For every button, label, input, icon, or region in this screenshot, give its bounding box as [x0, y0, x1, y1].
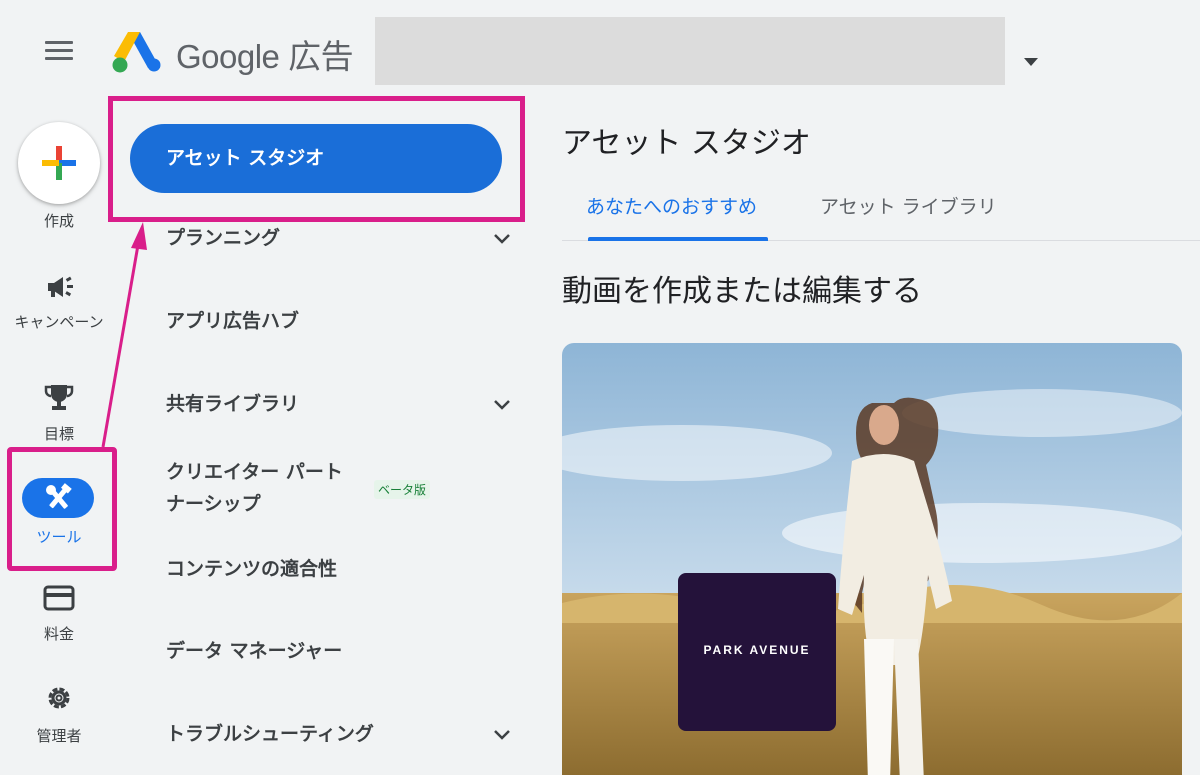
hero-photo	[562, 343, 1182, 775]
hamburger-menu-icon[interactable]	[38, 36, 80, 70]
subnav-label-creator-line1: クリエイター パート	[166, 461, 343, 483]
account-selector[interactable]	[375, 17, 1005, 85]
subnav-label-planning: プランニング	[166, 227, 281, 249]
rail-item-billing[interactable]: 料金	[0, 583, 118, 643]
rail-item-campaigns[interactable]: キャンペーン	[0, 272, 118, 352]
rail-item-admin[interactable]: 管理者	[0, 683, 118, 745]
tools-icon	[46, 483, 72, 509]
rail-item-goals[interactable]: 目標	[0, 383, 118, 443]
top-bar: Google 広告	[0, 0, 1200, 100]
gear-icon	[48, 687, 70, 709]
create-button[interactable]	[18, 122, 100, 204]
plus-icon	[42, 146, 76, 180]
tab-asset-library[interactable]: アセット ライブラリ	[820, 192, 997, 219]
rail-label-goals: 目標	[43, 425, 74, 443]
subnav-label-creator-line2: ナーシップ	[166, 493, 261, 515]
brand-name: Google 広告	[176, 38, 354, 75]
credit-card-icon	[43, 585, 75, 611]
chevron-down-icon[interactable]	[1024, 58, 1038, 66]
rail-label-campaigns: キャンペーン	[14, 313, 104, 331]
subnav-label-shared-library: 共有ライブラリ	[166, 393, 300, 415]
tools-subnav: アセット スタジオ プランニング アプリ広告ハブ 共有ライブラリ クリエイター …	[118, 100, 538, 775]
video-card-image[interactable]: PARK AVENUE	[562, 343, 1182, 775]
main-content: アセット スタジオ あなたへのおすすめ アセット ライブラリ 動画を作成または編…	[538, 100, 1200, 775]
subnav-item-asset-studio[interactable]: アセット スタジオ	[130, 124, 502, 193]
chevron-down-icon	[494, 400, 510, 410]
park-avenue-logo-card: PARK AVENUE	[678, 573, 836, 731]
trophy-icon	[44, 385, 74, 410]
create-label: 作成	[43, 212, 74, 230]
google-ads-logo[interactable]	[110, 28, 162, 74]
subnav-item-troubleshooting[interactable]: トラブルシューティング	[166, 719, 526, 749]
subnav-item-data-manager[interactable]: データ マネージャー	[166, 636, 526, 666]
chevron-down-icon	[494, 234, 510, 244]
left-nav-rail: 作成 キャンペーン 目標 ツール 料金 管理者	[0, 100, 118, 775]
tab-recommended[interactable]: あなたへのおすすめ	[586, 192, 757, 219]
rail-label-billing: 料金	[43, 625, 74, 643]
page-title: アセット スタジオ	[562, 126, 811, 161]
subnav-item-creator-partnerships[interactable]: クリエイター パート ナーシップ	[166, 456, 526, 520]
subnav-label-troubleshooting: トラブルシューティング	[166, 723, 374, 745]
beta-badge: ベータ版	[374, 480, 431, 499]
subnav-item-shared-library[interactable]: 共有ライブラリ	[166, 389, 526, 419]
rail-label-admin: 管理者	[36, 727, 82, 745]
rail-item-tools[interactable]: ツール	[0, 470, 118, 550]
chevron-down-icon	[494, 730, 510, 740]
subnav-item-content-suitability[interactable]: コンテンツの適合性	[166, 554, 526, 584]
section-title: 動画を作成または編集する	[562, 274, 922, 309]
subnav-item-app-ads-hub[interactable]: アプリ広告ハブ	[166, 306, 526, 336]
subnav-item-planning[interactable]: プランニング	[166, 223, 526, 253]
active-tab-indicator	[588, 237, 768, 241]
megaphone-icon	[48, 276, 73, 297]
brand-card-text: PARK AVENUE	[703, 643, 811, 657]
rail-label-tools: ツール	[36, 528, 82, 546]
